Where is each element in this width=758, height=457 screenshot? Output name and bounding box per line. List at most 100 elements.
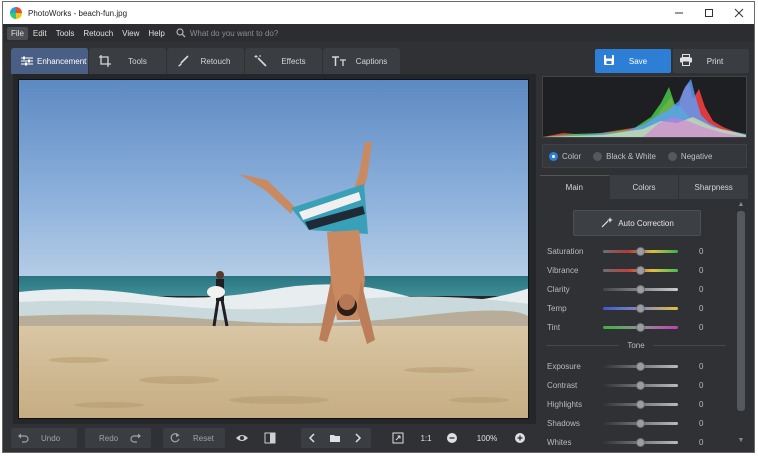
panel-scrollbar[interactable]: ▲ ▼: [735, 201, 747, 447]
crop-icon: [97, 53, 113, 69]
preview-button[interactable]: [233, 428, 251, 448]
slider-knob[interactable]: [636, 246, 645, 256]
print-label: Print: [706, 56, 724, 66]
saturation-track[interactable]: [603, 246, 678, 256]
previous-button[interactable]: [301, 433, 323, 443]
tab-tools[interactable]: Tools: [89, 48, 167, 74]
scrollbar-thumb[interactable]: [737, 211, 745, 411]
slider-highlights: Highlights 0: [547, 398, 707, 410]
tone-heading: Tone: [627, 341, 645, 350]
menu-tools[interactable]: Tools: [52, 27, 79, 40]
slider-value: 0: [699, 418, 704, 428]
radio-color[interactable]: Color: [549, 151, 581, 161]
radio-negative[interactable]: Negative: [667, 151, 713, 161]
compare-button[interactable]: [261, 428, 279, 448]
tint-track[interactable]: [603, 322, 678, 332]
tab-label: Captions: [355, 56, 388, 66]
next-button[interactable]: [347, 433, 369, 443]
brush-icon: [175, 53, 191, 69]
panel-tabs: Main Colors Sharpness: [540, 175, 750, 199]
slider-clarity: Clarity 0: [547, 283, 707, 295]
menu-help[interactable]: Help: [144, 27, 168, 40]
tab-sharpness[interactable]: Sharpness: [679, 175, 750, 199]
photo-beach[interactable]: [18, 79, 529, 419]
save-button[interactable]: Save: [595, 49, 671, 73]
tab-label: Retouch: [200, 56, 231, 66]
tab-effects[interactable]: Effects: [245, 48, 323, 74]
menu-edit[interactable]: Edit: [29, 27, 51, 40]
menu-file[interactable]: File: [7, 26, 28, 40]
open-folder-button[interactable]: [323, 433, 347, 443]
scroll-down-icon[interactable]: ▼: [737, 437, 745, 445]
slider-knob[interactable]: [636, 265, 645, 275]
auto-correction-button[interactable]: Auto Correction: [573, 210, 701, 236]
whites-track[interactable]: [603, 437, 678, 447]
radio-dot: [667, 151, 677, 161]
tab-retouch[interactable]: Retouch: [167, 48, 245, 74]
slider-knob[interactable]: [636, 303, 645, 313]
slider-knob[interactable]: [636, 361, 645, 371]
slider-knob[interactable]: [636, 437, 645, 447]
main-tabs: Enhancement Tools Retouch Effects Captio…: [11, 48, 401, 74]
slider-value: 0: [699, 322, 704, 332]
fit-screen-button[interactable]: [389, 428, 407, 448]
close-button[interactable]: [724, 2, 754, 24]
close-icon: [734, 8, 744, 18]
histogram: [542, 76, 747, 138]
tab-enhancement[interactable]: Enhancement: [11, 48, 89, 74]
undo-icon: [17, 433, 29, 443]
exposure-track[interactable]: [603, 361, 678, 371]
tab-captions[interactable]: Captions: [323, 48, 401, 74]
menu-view[interactable]: View: [118, 27, 143, 40]
clarity-track[interactable]: [603, 284, 678, 294]
slider-knob[interactable]: [636, 418, 645, 428]
search-input[interactable]: [189, 28, 390, 38]
maximize-icon: [705, 9, 713, 17]
app-logo-icon: [10, 7, 22, 19]
chevron-right-icon: [355, 433, 362, 443]
tone-section-header: Tone: [546, 341, 727, 350]
undo-button[interactable]: Undo: [11, 428, 77, 448]
vibrance-track[interactable]: [603, 265, 678, 275]
slider-shadows: Shadows 0: [547, 417, 707, 429]
radio-black-white[interactable]: Black & White: [593, 151, 656, 161]
zoom-in-button[interactable]: [511, 428, 529, 448]
shadows-track[interactable]: [603, 418, 678, 428]
tab-colors[interactable]: Colors: [609, 175, 680, 199]
reset-button[interactable]: Reset: [163, 428, 225, 448]
zoom-out-button[interactable]: [443, 428, 461, 448]
tab-main[interactable]: Main: [540, 175, 610, 199]
zoom-value: 100%: [476, 433, 498, 443]
slider-value: 0: [699, 284, 704, 294]
navigation-group: [301, 428, 371, 448]
search-box: [176, 28, 390, 38]
adjustments-panel: Auto Correction Saturation 0 Vibrance 0 …: [540, 199, 749, 449]
slider-knob[interactable]: [636, 322, 645, 332]
highlights-track[interactable]: [603, 399, 678, 409]
contrast-track[interactable]: [603, 380, 678, 390]
menu-retouch[interactable]: Retouch: [79, 27, 117, 40]
app-window: PhotoWorks - beach-fun.jpg File Edit Too…: [2, 1, 755, 453]
chevron-left-icon: [308, 433, 315, 443]
eye-icon: [236, 435, 248, 441]
print-button[interactable]: Print: [673, 49, 749, 73]
maximize-button[interactable]: [694, 2, 724, 24]
folder-icon: [330, 435, 340, 442]
save-label: Save: [628, 56, 648, 66]
redo-button[interactable]: Redo: [85, 428, 151, 448]
minimize-button[interactable]: [664, 2, 694, 24]
photo-canvas: [13, 74, 536, 424]
printer-icon: [679, 54, 693, 68]
slider-saturation: Saturation 0: [547, 245, 707, 257]
undo-label: Undo: [41, 433, 61, 443]
slider-label: Vibrance: [547, 265, 579, 275]
fit-screen-icon: [392, 432, 404, 444]
actual-size-button[interactable]: 1:1: [417, 428, 435, 448]
tab-label: Effects: [281, 56, 306, 66]
slider-contrast: Contrast 0: [547, 379, 707, 391]
scroll-up-icon[interactable]: ▲: [737, 201, 745, 209]
slider-knob[interactable]: [636, 399, 645, 409]
slider-knob[interactable]: [636, 284, 645, 294]
slider-knob[interactable]: [636, 380, 645, 390]
temp-track[interactable]: [603, 303, 678, 313]
